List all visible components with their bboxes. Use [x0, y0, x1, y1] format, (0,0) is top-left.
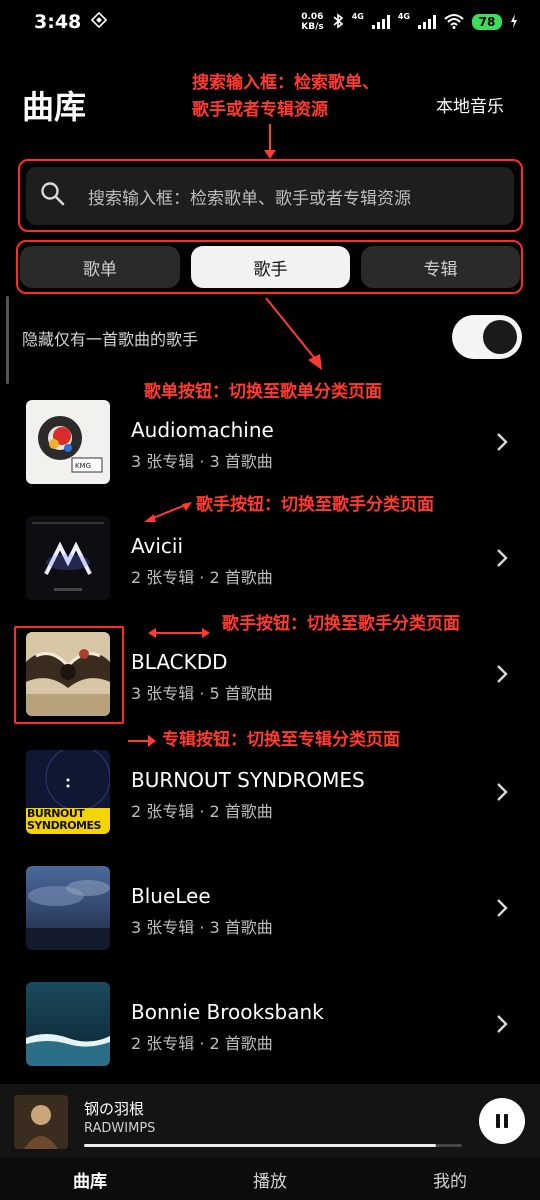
tab-playlists[interactable]: 歌单 — [20, 246, 180, 288]
artist-meta: 3 张专辑 · 3 首歌曲 — [131, 452, 273, 471]
artist-cover-bluelee — [26, 866, 110, 950]
artist-meta: 2 张专辑 · 2 首歌曲 — [131, 802, 273, 821]
artist-row[interactable]: Avicii 2 张专辑 · 2 首歌曲 — [0, 516, 540, 616]
annotation-artist-button-1: 歌手按钮：切换至歌手分类页面 — [196, 495, 434, 515]
mini-player[interactable]: 钢の羽根 RADWIMPS — [0, 1084, 540, 1158]
chevron-right-icon — [497, 665, 508, 683]
playback-progress-fill — [84, 1144, 436, 1147]
pause-button[interactable] — [479, 1098, 525, 1144]
artist-name: BlueLee — [131, 884, 211, 908]
charging-icon — [510, 13, 518, 31]
artist-cover-blackdd — [26, 632, 110, 716]
status-right: 0.06 KB/s 4G 4G 78 — [301, 12, 518, 32]
tab-artists[interactable]: 歌手 — [191, 246, 350, 288]
bottom-nav: 曲库 播放 我的 — [0, 1158, 540, 1200]
annotation-arrow-right — [128, 735, 156, 747]
cover-text-line2: SYNDROMES — [27, 819, 101, 832]
artist-cover-bonnie-brooksbank — [26, 982, 110, 1066]
pause-icon — [496, 1114, 500, 1128]
network-type-2: 4G — [397, 12, 410, 21]
vpn-icon — [91, 11, 108, 33]
toggle-knob — [483, 320, 517, 354]
hide-single-song-label: 隐藏仅有一首歌曲的歌手 — [22, 330, 199, 349]
artist-cover-avicii — [26, 516, 110, 600]
scroll-indicator — [6, 296, 9, 384]
chevron-right-icon — [497, 899, 508, 917]
status-left: 3:48 — [34, 11, 108, 33]
chevron-right-icon — [497, 433, 508, 451]
artist-name: BURNOUT SYNDROMES — [131, 768, 365, 792]
annotation-search-line1: 搜索输入框：检索歌单、 — [192, 73, 379, 93]
annotation-arrow-down — [264, 124, 276, 159]
nav-mine[interactable]: 我的 — [360, 1158, 540, 1200]
svg-text:KMG: KMG — [75, 462, 91, 470]
local-music-button[interactable]: 本地音乐 — [436, 92, 504, 117]
status-bar: 3:48 0.06 KB/s 4G 4G 78 — [0, 0, 540, 44]
net-speed: 0.06 KB/s — [301, 12, 323, 32]
artist-row[interactable]: BLACKDD 3 张专辑 · 5 首歌曲 — [0, 632, 540, 732]
search-input[interactable]: 搜索输入框：检索歌单、歌手或者专辑资源 — [26, 167, 514, 225]
net-speed-unit: KB/s — [301, 22, 324, 32]
artist-meta: 2 张专辑 · 2 首歌曲 — [131, 1034, 273, 1053]
now-playing-artist: RADWIMPS — [84, 1121, 156, 1136]
chevron-right-icon — [497, 783, 508, 801]
artist-row[interactable]: Bonnie Brooksbank 2 张专辑 · 2 首歌曲 — [0, 982, 540, 1082]
tab-albums[interactable]: 专辑 — [361, 246, 520, 288]
page-title: 曲库 — [22, 88, 87, 126]
artist-cover-burnout-syndromes: BURNOUT SYNDROMES — [26, 750, 110, 834]
artist-meta: 2 张专辑 · 2 首歌曲 — [131, 568, 273, 587]
network-type-1: 4G — [351, 12, 364, 21]
artist-row[interactable]: KMG Audiomachine 3 张专辑 · 3 首歌曲 — [0, 400, 540, 500]
signal-icon-2 — [418, 15, 436, 29]
wifi-icon — [444, 13, 464, 32]
artist-meta: 3 张专辑 · 5 首歌曲 — [131, 684, 273, 703]
chevron-right-icon — [497, 549, 508, 567]
signal-icon — [371, 15, 390, 29]
chevron-right-icon — [497, 1015, 508, 1033]
annotation-search-line2: 歌手或者专辑资源 — [192, 100, 328, 120]
artist-name: Audiomachine — [131, 418, 274, 442]
annotation-arrow-diagonal — [265, 297, 322, 370]
playback-progress — [84, 1144, 462, 1147]
nav-playing[interactable]: 播放 — [180, 1158, 360, 1200]
artist-name: Avicii — [131, 534, 184, 558]
search-icon — [40, 181, 66, 211]
artist-cover-audiomachine: KMG — [26, 400, 110, 484]
artist-row[interactable]: BURNOUT SYNDROMES BURNOUT SYNDROMES 2 张专… — [0, 750, 540, 850]
artist-name: BLACKDD — [131, 650, 228, 674]
now-playing-cover — [14, 1095, 68, 1149]
artist-row[interactable]: BlueLee 3 张专辑 · 3 首歌曲 — [0, 866, 540, 966]
now-playing-title: 钢の羽根 — [84, 1100, 145, 1118]
hide-single-song-toggle[interactable] — [452, 315, 522, 359]
nav-library[interactable]: 曲库 — [0, 1158, 180, 1200]
bluetooth-icon — [332, 12, 344, 32]
search-placeholder: 搜索输入框：检索歌单、歌手或者专辑资源 — [88, 188, 411, 209]
artist-name: Bonnie Brooksbank — [131, 1000, 324, 1024]
battery-indicator: 78 — [472, 14, 502, 30]
net-speed-value: 0.06 — [301, 12, 324, 22]
artist-meta: 3 张专辑 · 3 首歌曲 — [131, 918, 273, 937]
status-time: 3:48 — [34, 11, 82, 33]
